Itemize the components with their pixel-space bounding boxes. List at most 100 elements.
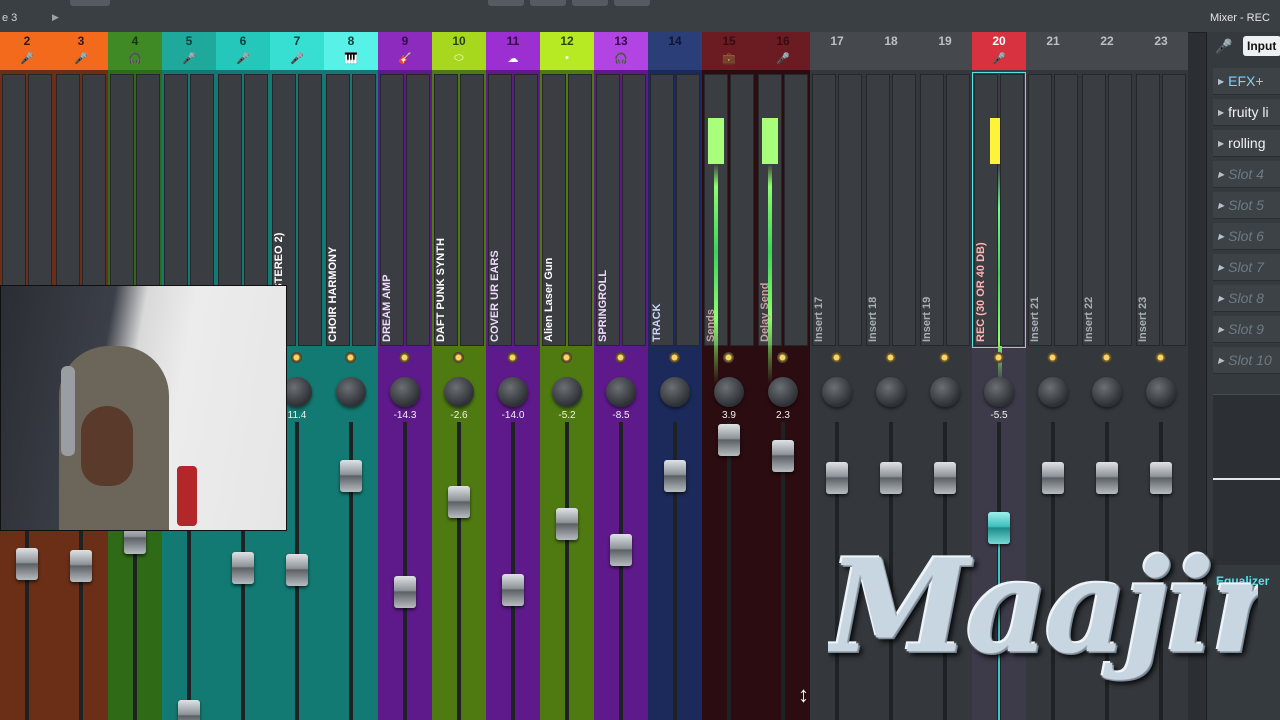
fader-track[interactable] [403, 422, 407, 720]
channel-enable-led[interactable] [777, 352, 788, 363]
channel-enable-led[interactable] [345, 352, 356, 363]
pan-knob[interactable] [444, 377, 474, 407]
pan-knob[interactable] [1146, 377, 1176, 407]
volume-fader[interactable] [394, 576, 416, 608]
channel-enable-led[interactable] [993, 352, 1004, 363]
slot-expand-icon[interactable]: ▶ [1218, 294, 1224, 303]
volume-fader[interactable] [880, 462, 902, 494]
slot-expand-icon[interactable]: ▶ [1218, 170, 1224, 179]
volume-fader[interactable] [16, 548, 38, 580]
channel-enable-led[interactable] [1101, 352, 1112, 363]
pan-knob[interactable] [984, 377, 1014, 407]
play-arrow-icon[interactable]: ▶ [52, 12, 59, 23]
mixer-channel-16[interactable]: 16 🎤 Delay Send 2.3 [756, 32, 810, 720]
channel-name[interactable]: Delay Send [759, 283, 771, 342]
volume-fader[interactable] [934, 462, 956, 494]
slot-expand-icon[interactable]: ▶ [1218, 356, 1224, 365]
slot-expand-icon[interactable]: ▶ [1218, 108, 1224, 117]
toolbar-button[interactable] [572, 0, 608, 6]
mixer-channel-10[interactable]: 10 ⬭ DAFT PUNK SYNTH -2.6 [432, 32, 486, 720]
fader-track[interactable] [511, 422, 515, 720]
toolbar-button[interactable] [488, 0, 524, 6]
mixer-channel-15[interactable]: 15 💼 Sends 3.9 [702, 32, 756, 720]
slot-expand-icon[interactable]: ▶ [1218, 232, 1224, 241]
effect-slot-6[interactable]: ▶ Slot 6 [1213, 223, 1280, 250]
slot-expand-icon[interactable]: ▶ [1218, 77, 1224, 86]
fader-track[interactable] [565, 422, 569, 720]
slot-expand-icon[interactable]: ▶ [1218, 139, 1224, 148]
volume-fader[interactable] [772, 440, 794, 472]
channel-name[interactable]: SPRINGROLL [597, 270, 609, 342]
pan-knob[interactable] [876, 377, 906, 407]
effect-slot-5[interactable]: ▶ Slot 5 [1213, 192, 1280, 219]
effect-slot-1[interactable]: ▶ EFX+ [1213, 68, 1280, 95]
volume-fader[interactable] [448, 486, 470, 518]
mixer-channel-12[interactable]: 12 • Alien Laser Gun -5.2 [540, 32, 594, 720]
channel-enable-led[interactable] [723, 352, 734, 363]
volume-fader[interactable] [286, 554, 308, 586]
microphone-icon[interactable]: 🎤 [1215, 38, 1232, 55]
fader-track[interactable] [619, 422, 623, 720]
volume-fader[interactable] [232, 552, 254, 584]
pan-knob[interactable] [1092, 377, 1122, 407]
channel-enable-led[interactable] [1155, 352, 1166, 363]
channel-enable-led[interactable] [561, 352, 572, 363]
mixer-channel-8[interactable]: 8 🎹 CHOIR HARMONY [324, 32, 378, 720]
volume-fader[interactable] [556, 508, 578, 540]
channel-name[interactable]: Insert 22 [1083, 297, 1095, 342]
pan-knob[interactable] [768, 377, 798, 407]
channel-name[interactable]: DREAM AMP [381, 275, 393, 342]
pan-knob[interactable] [822, 377, 852, 407]
volume-fader[interactable] [610, 534, 632, 566]
effect-slot-3[interactable]: ▶ rolling [1213, 130, 1280, 157]
volume-fader[interactable] [1150, 462, 1172, 494]
channel-enable-led[interactable] [669, 352, 680, 363]
slot-expand-icon[interactable]: ▶ [1218, 325, 1224, 334]
channel-enable-led[interactable] [939, 352, 950, 363]
pan-knob[interactable] [552, 377, 582, 407]
channel-name[interactable]: Insert 23 [1137, 297, 1149, 342]
channel-name[interactable]: Insert 21 [1029, 297, 1041, 342]
effect-slot-7[interactable]: ▶ Slot 7 [1213, 254, 1280, 281]
channel-name[interactable]: Insert 19 [921, 297, 933, 342]
volume-fader[interactable] [502, 574, 524, 606]
pan-knob[interactable] [606, 377, 636, 407]
pan-knob[interactable] [336, 377, 366, 407]
channel-enable-led[interactable] [399, 352, 410, 363]
fader-track[interactable] [457, 422, 461, 720]
volume-fader[interactable] [178, 700, 200, 720]
effect-slot-10[interactable]: ▶ Slot 10 [1213, 347, 1280, 374]
volume-fader[interactable] [340, 460, 362, 492]
pan-knob[interactable] [660, 377, 690, 407]
toolbar-button[interactable] [70, 0, 110, 6]
volume-fader[interactable] [70, 550, 92, 582]
channel-enable-led[interactable] [291, 352, 302, 363]
mixer-channel-13[interactable]: 13 🎧 SPRINGROLL -8.5 [594, 32, 648, 720]
volume-fader[interactable] [1096, 462, 1118, 494]
channel-name[interactable]: TRACK [651, 304, 663, 343]
toolbar-button[interactable] [614, 0, 650, 6]
input-selector[interactable]: Input [1243, 36, 1280, 56]
pan-knob[interactable] [1038, 377, 1068, 407]
volume-fader[interactable] [826, 462, 848, 494]
slot-expand-icon[interactable]: ▶ [1218, 263, 1224, 272]
channel-name[interactable]: REC (30 OR 40 DB) [975, 242, 987, 342]
volume-fader[interactable] [1042, 462, 1064, 494]
effect-slot-8[interactable]: ▶ Slot 8 [1213, 285, 1280, 312]
effect-slot-9[interactable]: ▶ Slot 9 [1213, 316, 1280, 343]
channel-enable-led[interactable] [615, 352, 626, 363]
pan-knob[interactable] [714, 377, 744, 407]
channel-name[interactable]: COVER UR EARS [489, 250, 501, 342]
channel-name[interactable]: Alien Laser Gun [543, 258, 555, 342]
fader-track[interactable] [727, 422, 731, 720]
pan-knob[interactable] [498, 377, 528, 407]
channel-enable-led[interactable] [453, 352, 464, 363]
channel-name[interactable]: DAFT PUNK SYNTH [435, 238, 447, 342]
channel-name[interactable]: Insert 18 [867, 297, 879, 342]
pan-knob[interactable] [930, 377, 960, 407]
channel-name[interactable]: Sends [705, 309, 717, 342]
channel-name[interactable]: Insert 17 [813, 297, 825, 342]
pan-knob[interactable] [390, 377, 420, 407]
volume-fader[interactable] [664, 460, 686, 492]
mixer-channel-9[interactable]: 9 🎸 DREAM AMP -14.3 [378, 32, 432, 720]
